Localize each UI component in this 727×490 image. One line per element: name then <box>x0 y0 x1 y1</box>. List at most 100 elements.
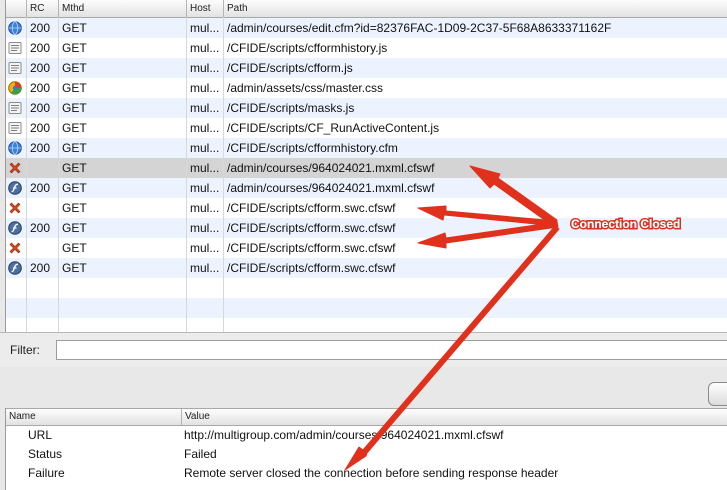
detail-value: Failed <box>184 447 217 461</box>
row-method: GET <box>62 101 87 115</box>
row-path: /admin/courses/edit.cfm?id=82376FAC-1D09… <box>227 21 612 35</box>
row-rc: 200 <box>30 81 51 95</box>
row-host: mul... <box>190 201 220 215</box>
table-row[interactable]: GET mul... /admin/courses/964024021.mxml.c… <box>6 158 727 178</box>
row-method: GET <box>62 141 87 155</box>
row-host: mul... <box>190 41 220 55</box>
row-rc: 200 <box>30 121 51 135</box>
detail-row[interactable]: Failure Remote server closed the connecti… <box>6 464 727 483</box>
row-path: /CFIDE/scripts/cfform.swc.cfswf <box>227 201 396 215</box>
table-row[interactable]: 200 GET mul... /CFIDE/scripts/cfform.swc.cf… <box>6 258 727 278</box>
header-value[interactable]: Value <box>182 409 727 425</box>
row-path: /CFIDE/scripts/cfformhistory.cfm <box>227 141 398 155</box>
script-document-icon <box>8 62 22 74</box>
empty-table-row[interactable] <box>6 278 727 298</box>
table-row[interactable]: 200 GET mul... /admin/courses/964024021.mxm… <box>6 178 727 198</box>
request-table: RC Mthd Host Path 200 GET mul... /admin/cou… <box>5 0 727 332</box>
table-row[interactable]: 200 GET mul... /admin/assets/css/master.css <box>6 78 727 98</box>
empty-table-row[interactable] <box>6 298 727 318</box>
row-path: /CFIDE/scripts/cfform.swc.cfswf <box>227 261 396 275</box>
col-divider <box>186 17 187 332</box>
row-path: /CFIDE/scripts/masks.js <box>227 101 355 115</box>
row-rc: 200 <box>30 221 51 235</box>
detail-name: URL <box>28 428 53 442</box>
row-type-cell <box>6 218 27 238</box>
row-host: mul... <box>190 121 220 135</box>
row-rc <box>27 158 59 178</box>
toolbar-button[interactable] <box>708 382 727 406</box>
row-rc: 200 <box>30 141 51 155</box>
filter-label: Filter: <box>10 343 40 357</box>
flash-swf-icon <box>8 261 22 275</box>
row-method: GET <box>62 201 87 215</box>
header-name[interactable]: Name <box>6 409 182 425</box>
row-rc: 200 <box>30 101 51 115</box>
detail-value: http://multigroup.com/admin/courses/9640… <box>184 428 504 442</box>
row-method: GET <box>62 221 87 235</box>
row-path: /admin/courses/964024021.mxml.cfswf <box>227 181 435 195</box>
row-host: mul... <box>190 61 220 75</box>
row-method: GET <box>62 81 87 95</box>
row-rc: 200 <box>30 181 51 195</box>
row-method: GET <box>62 181 87 195</box>
table-row[interactable]: GET mul... /CFIDE/scripts/cfform.swc.cfswf <box>6 198 727 218</box>
row-type-cell <box>6 58 27 78</box>
table-row[interactable]: GET mul... /CFIDE/scripts/cfform.swc.cfswf <box>6 238 727 258</box>
row-host: mul... <box>190 181 220 195</box>
flash-swf-icon <box>8 181 22 195</box>
header-rc[interactable]: RC <box>27 0 59 17</box>
detail-row[interactable]: Status Failed <box>6 445 727 464</box>
row-path: /CFIDE/scripts/cfform.swc.cfswf <box>227 241 396 255</box>
row-host: mul... <box>190 221 220 235</box>
table-row[interactable]: 200 GET mul... /CFIDE/scripts/cfformhistory… <box>6 138 727 158</box>
row-method: GET <box>62 41 87 55</box>
header-icon-col[interactable] <box>6 0 27 17</box>
header-method[interactable]: Mthd <box>59 0 187 17</box>
col-divider <box>223 17 224 332</box>
row-path: /CFIDE/scripts/cfformhistory.js <box>227 41 388 55</box>
detail-table-header: Name Value <box>6 409 727 426</box>
row-rc: 200 <box>30 61 51 75</box>
flash-swf-icon <box>8 221 22 235</box>
script-document-icon <box>8 122 22 134</box>
filter-input[interactable] <box>56 340 727 360</box>
error-x-icon <box>9 202 21 214</box>
detail-name: Status <box>28 447 63 461</box>
header-host[interactable]: Host <box>187 0 224 17</box>
col-divider <box>58 17 59 332</box>
error-x-icon <box>9 242 21 254</box>
row-rc: 200 <box>30 41 51 55</box>
col-divider <box>26 17 27 332</box>
row-host: mul... <box>190 261 220 275</box>
row-type-cell <box>6 238 27 258</box>
row-type-cell <box>6 138 27 158</box>
request-table-header: RC Mthd Host Path <box>6 0 727 18</box>
row-type-cell <box>6 38 27 58</box>
table-row[interactable]: 200 GET mul... /CFIDE/scripts/masks.js <box>6 98 727 118</box>
row-method: GET <box>62 241 87 255</box>
table-row[interactable]: 200 GET mul... /CFIDE/scripts/cfform.js <box>6 58 727 78</box>
row-host: mul... <box>190 161 220 175</box>
empty-table-row[interactable] <box>6 318 727 332</box>
row-method: GET <box>62 61 87 75</box>
row-type-cell <box>6 18 27 38</box>
row-type-cell <box>6 118 27 138</box>
row-method: GET <box>62 161 87 175</box>
row-host: mul... <box>190 241 220 255</box>
table-row[interactable]: 200 GET mul... /CFIDE/scripts/CF_RunActiveC… <box>6 118 727 138</box>
row-rc: 200 <box>30 21 51 35</box>
header-path[interactable]: Path <box>224 0 727 17</box>
row-host: mul... <box>190 21 220 35</box>
table-row[interactable]: 200 GET mul... /CFIDE/scripts/cfformhistory… <box>6 38 727 58</box>
script-document-icon <box>8 42 22 54</box>
detail-table: Name Value URL http://multigroup.com/admi… <box>5 408 727 490</box>
row-type-cell <box>6 158 27 178</box>
detail-name: Failure <box>28 466 65 480</box>
detail-row[interactable]: URL http://multigroup.com/admin/courses/9… <box>6 426 727 445</box>
row-host: mul... <box>190 141 220 155</box>
row-path: /CFIDE/scripts/cfform.js <box>227 61 353 75</box>
row-type-cell <box>6 258 27 278</box>
row-rc: 200 <box>30 261 51 275</box>
table-row[interactable]: 200 GET mul... /admin/courses/edit.cfm?id=8… <box>6 18 727 38</box>
error-x-icon <box>9 162 21 174</box>
